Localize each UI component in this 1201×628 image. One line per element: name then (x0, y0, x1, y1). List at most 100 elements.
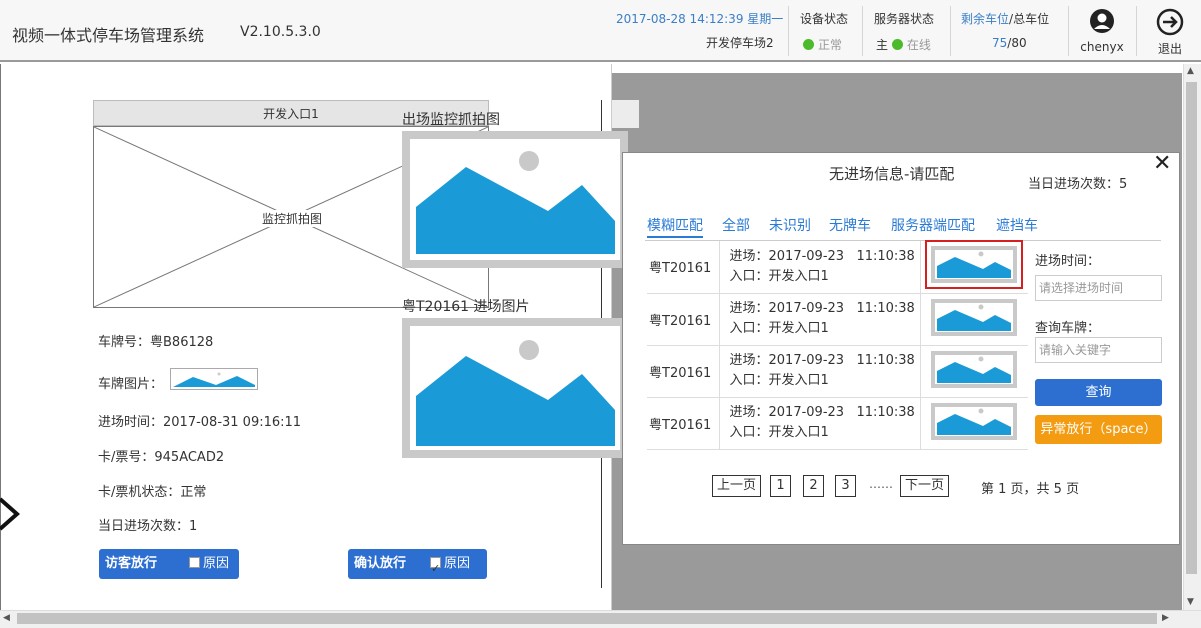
current-datetime: 2017-08-28 14:12:39 星期一 (616, 12, 784, 26)
next-page-button[interactable]: 下一页 (900, 475, 950, 497)
record-entry-time: 进场：2017-09-23 11:10:38 (729, 301, 915, 316)
visitor-reason-checkbox[interactable]: 原因 (189, 549, 229, 579)
header-divider (788, 6, 789, 56)
scroll-right-icon[interactable]: ▶ (1162, 613, 1169, 623)
match-dialog: 无进场信息-请匹配 ✕ 当日进场次数：5 模糊匹配 全部 未识别 无牌车 服务器… (622, 151, 1180, 545)
confirm-release-button[interactable]: 确认放行 原因 (348, 549, 487, 584)
user-menu[interactable]: chenyx (1078, 8, 1126, 54)
record-entrance: 入口：开发入口1 (729, 321, 829, 336)
vertical-scroll-thumb[interactable] (1186, 82, 1197, 574)
record-image-thumbnail[interactable] (931, 402, 1018, 440)
image-placeholder-icon (937, 356, 1012, 383)
image-placeholder-icon (937, 251, 1012, 279)
record-detail: 进场：2017-09-23 11:10:38 入口：开发入口1 (719, 293, 921, 346)
entry-time-label: 进场时间： (1035, 254, 1101, 269)
device-status-value: 正常 (818, 38, 843, 52)
reason-label: 原因 (444, 556, 471, 571)
prev-page-button[interactable]: 上一页 (712, 475, 762, 497)
record-image-thumbnail[interactable] (931, 298, 1018, 336)
page-1-button[interactable]: 1 (770, 475, 791, 497)
tab-unrecognized[interactable]: 未识别 (769, 215, 811, 235)
collapse-chevron-icon[interactable] (0, 496, 20, 532)
capture-label: 监控抓拍图 (260, 210, 325, 227)
tab-fuzzy-match[interactable]: 模糊匹配 (647, 215, 703, 238)
scroll-down-icon[interactable]: ▼ (1187, 597, 1194, 607)
server-role: 主 (876, 38, 889, 52)
record-entry-time: 进场：2017-09-23 11:10:38 (729, 353, 915, 368)
logout-button[interactable]: 退出 (1150, 8, 1190, 57)
server-status-value: 在线 (906, 38, 931, 52)
spaces-total-label: 总车位 (1013, 12, 1050, 26)
abnormal-release-button[interactable]: 异常放行（space） (1035, 415, 1162, 444)
username: chenyx (1080, 40, 1124, 54)
close-icon[interactable]: ✕ (1153, 151, 1171, 176)
page-2-button[interactable]: 2 (803, 475, 824, 497)
tab-blocked[interactable]: 遮挡车 (996, 215, 1038, 235)
spaces-left-value: 75 (992, 36, 1008, 50)
parking-spaces-label: 剩余车位/总车位 (961, 10, 1049, 27)
dialog-title: 无进场信息-请匹配 (829, 165, 955, 183)
plate-query-input[interactable]: 请输入关键字 (1035, 337, 1162, 363)
match-records-table: 粤T20161 进场：2017-09-23 11:10:38 入口：开发入口1 粤T2… (647, 240, 1028, 450)
tab-server-match[interactable]: 服务器端匹配 (891, 215, 975, 235)
table-row[interactable]: 粤T20161 进场：2017-09-23 11:10:38 入口：开发入口1 (647, 240, 1028, 294)
parking-lot-name: 开发停车场2 (706, 36, 774, 50)
plate-image-label: 车牌图片： (98, 377, 164, 392)
user-icon (1090, 9, 1114, 33)
visitor-release-label: 访客放行 (105, 556, 158, 571)
plate-image-thumbnail[interactable] (170, 368, 258, 390)
plate-number: 车牌号：粤B86128 (98, 335, 214, 350)
record-image-cell (920, 240, 1028, 294)
tab-all[interactable]: 全部 (722, 215, 750, 235)
entry-image[interactable] (402, 318, 628, 458)
entry-time-input[interactable]: 请选择进场时间 (1035, 275, 1162, 301)
app-version: V2.10.5.3.0 (240, 24, 321, 40)
record-entrance: 入口：开发入口1 (729, 373, 829, 388)
header-divider (1136, 6, 1137, 56)
record-image-thumbnail[interactable] (925, 240, 1024, 290)
header-divider (862, 6, 863, 56)
record-image-cell (920, 293, 1028, 346)
record-plate: 粤T20161 (647, 345, 720, 398)
dialog-today-count: 当日进场次数：5 (1028, 177, 1128, 192)
record-plate: 粤T20161 (647, 397, 720, 450)
table-row[interactable]: 粤T20161 进场：2017-09-23 11:10:38 入口：开发入口1 (647, 293, 1028, 346)
image-placeholder-icon (937, 408, 1012, 435)
card-machine-status: 卡/票机状态：正常 (98, 485, 207, 500)
record-image-thumbnail[interactable] (931, 350, 1018, 388)
reason-label: 原因 (203, 556, 230, 571)
device-status-label: 设备状态 (800, 12, 849, 26)
status-dot-icon (891, 39, 903, 50)
top-header: 视频一体式停车场管理系统 V2.10.5.3.0 2017-08-28 14:1… (0, 0, 1201, 62)
spaces-total-value: /80 (1007, 36, 1027, 50)
table-row[interactable]: 粤T20161 进场：2017-09-23 11:10:38 入口：开发入口1 (647, 345, 1028, 398)
confirm-reason-checkbox[interactable]: 原因 (430, 549, 471, 584)
visitor-release-button[interactable]: 访客放行 原因 (99, 549, 239, 579)
status-dot-icon (803, 39, 814, 50)
image-placeholder-icon (416, 340, 615, 446)
plate-query-label: 查询车牌： (1035, 321, 1101, 336)
confirm-release-label: 确认放行 (354, 556, 407, 571)
record-entrance: 入口：开发入口1 (729, 268, 829, 284)
scroll-left-icon[interactable]: ◀ (3, 613, 10, 623)
entry-time: 进场时间：2017-08-31 09:16:11 (98, 415, 302, 430)
record-entry-time: 进场：2017-09-23 11:10:38 (729, 248, 915, 264)
tab-label: 模糊匹配 (647, 218, 703, 238)
exit-capture-image[interactable] (402, 131, 628, 268)
record-image-cell (920, 397, 1028, 450)
record-image-cell (920, 345, 1028, 398)
server-status: 主 在线 (876, 36, 931, 53)
image-placeholder-icon (937, 304, 1012, 331)
record-detail: 进场：2017-09-23 11:10:38 入口：开发入口1 (719, 397, 921, 450)
header-divider (950, 6, 951, 56)
backdrop-edge (612, 100, 639, 128)
scroll-up-icon[interactable]: ▲ (1187, 66, 1194, 76)
image-placeholder-icon (173, 372, 255, 387)
query-button[interactable]: 查询 (1035, 379, 1162, 406)
table-row[interactable]: 粤T20161 进场：2017-09-23 11:10:38 入口：开发入口1 (647, 397, 1028, 450)
tab-no-plate[interactable]: 无牌车 (829, 215, 871, 235)
record-entrance: 入口：开发入口1 (729, 425, 829, 440)
record-plate: 粤T20161 (647, 293, 720, 346)
horizontal-scroll-thumb[interactable] (17, 613, 1157, 624)
page-3-button[interactable]: 3 (835, 475, 856, 497)
